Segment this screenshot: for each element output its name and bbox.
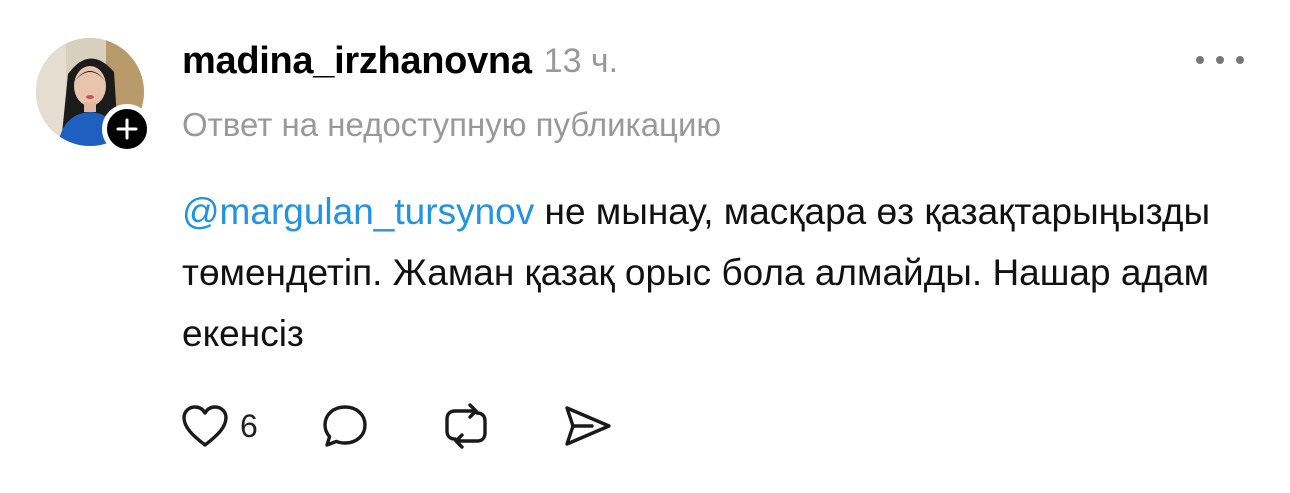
follow-button[interactable] [102,104,152,154]
more-dot [1236,56,1244,64]
like-button[interactable]: 6 [180,403,258,449]
repost-button[interactable] [440,401,492,451]
plus-icon [116,118,138,140]
reply-context: Ответ на недоступную публикацию [182,106,722,143]
post-text: @margulan_tursynov не мынау, масқара өз … [182,181,1262,364]
mention-link[interactable]: @margulan_tursynov [182,191,534,232]
send-icon [565,406,611,446]
avatar-container[interactable] [36,38,152,154]
heart-icon [182,405,228,447]
comment-button[interactable] [320,402,370,450]
share-button[interactable] [562,403,614,449]
more-horizontal-icon [1196,56,1204,64]
timestamp: 13 ч. [543,41,619,80]
like-count: 6 [240,407,258,444]
repost-icon [445,403,487,449]
more-dot [1216,56,1224,64]
username[interactable]: madina_irzhanovna [182,40,532,83]
action-bar: 6 [180,396,614,456]
comment-icon [323,405,367,447]
more-options-button[interactable] [1196,48,1244,72]
post-header: madina_irzhanovna 13 ч. [182,36,618,86]
